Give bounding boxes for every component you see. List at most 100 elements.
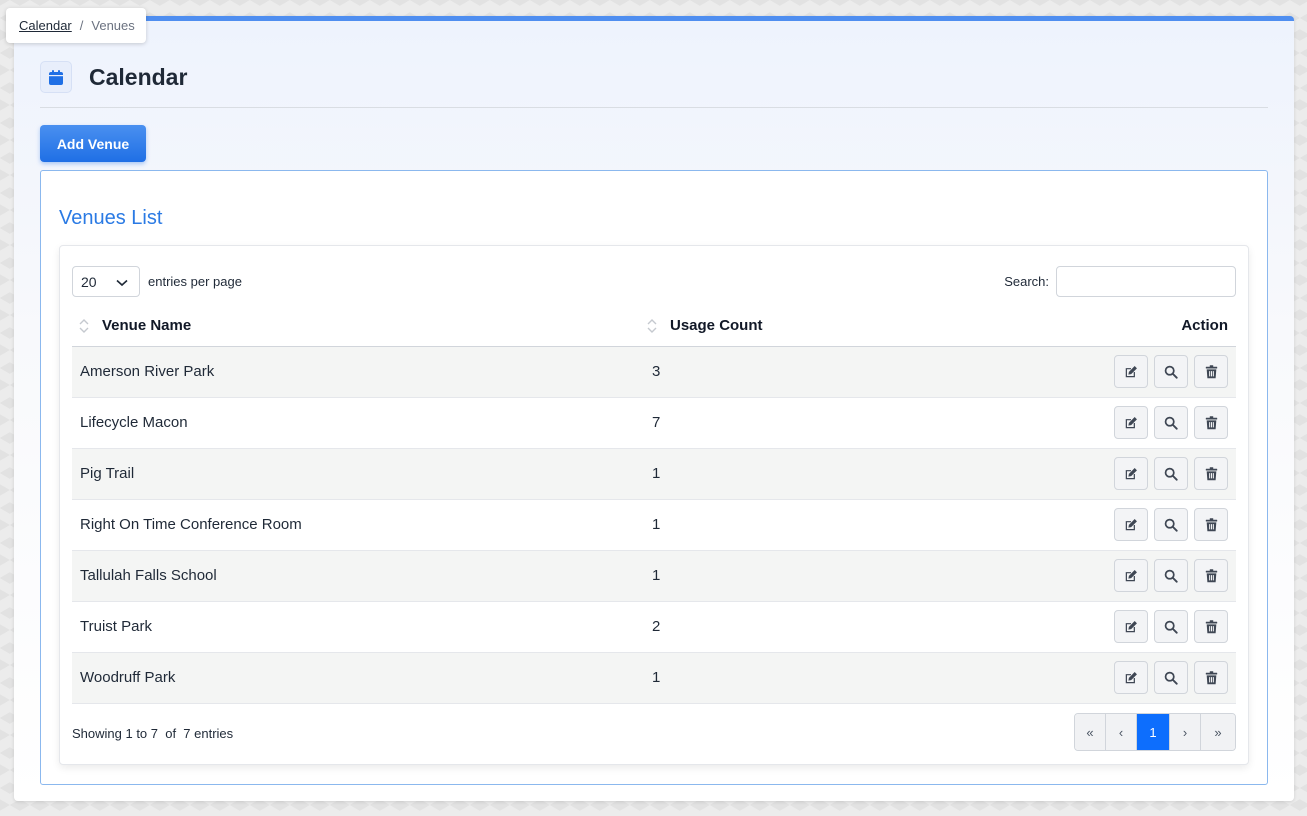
venue-name-cell: Truist Park bbox=[72, 601, 644, 653]
trash-icon bbox=[1205, 670, 1218, 685]
table-row: Lifecycle Macon 7 bbox=[72, 397, 1236, 449]
view-button[interactable] bbox=[1154, 406, 1188, 439]
edit-button[interactable] bbox=[1114, 406, 1148, 439]
edit-button[interactable] bbox=[1114, 508, 1148, 541]
trash-icon bbox=[1205, 415, 1218, 430]
edit-button[interactable] bbox=[1114, 457, 1148, 490]
action-cell bbox=[935, 652, 1236, 704]
table-row: Tallulah Falls School 1 bbox=[72, 550, 1236, 602]
table-info: Showing 1 to 7 of 7 entries bbox=[72, 726, 234, 741]
action-cell bbox=[935, 601, 1236, 653]
search-icon bbox=[1164, 620, 1178, 634]
delete-button[interactable] bbox=[1194, 457, 1228, 490]
column-header-usage-count[interactable]: Usage Count bbox=[644, 306, 936, 347]
chevron-down-icon bbox=[116, 274, 128, 290]
usage-count-cell: 1 bbox=[644, 448, 936, 500]
venue-name-cell: Right On Time Conference Room bbox=[72, 499, 644, 551]
search-group: Search: bbox=[1004, 266, 1236, 297]
view-button[interactable] bbox=[1154, 610, 1188, 643]
edit-button[interactable] bbox=[1114, 559, 1148, 592]
usage-count-cell: 1 bbox=[644, 550, 936, 602]
action-cell bbox=[935, 550, 1236, 602]
usage-count-cell: 3 bbox=[644, 346, 936, 398]
venue-name-cell: Amerson River Park bbox=[72, 346, 644, 398]
trash-icon bbox=[1205, 619, 1218, 634]
pagination-prev[interactable]: ‹ bbox=[1106, 714, 1137, 750]
delete-button[interactable] bbox=[1194, 559, 1228, 592]
entries-label: entries per page bbox=[148, 274, 242, 289]
pagination-last[interactable]: » bbox=[1201, 714, 1235, 750]
edit-button[interactable] bbox=[1114, 610, 1148, 643]
view-button[interactable] bbox=[1154, 457, 1188, 490]
breadcrumb-current: Venues bbox=[91, 18, 135, 33]
venue-name-cell: Lifecycle Macon bbox=[72, 397, 644, 449]
edit-icon bbox=[1124, 569, 1138, 583]
venue-name-cell: Tallulah Falls School bbox=[72, 550, 644, 602]
page-size-select[interactable]: 20 bbox=[72, 266, 140, 297]
usage-count-cell: 1 bbox=[644, 499, 936, 551]
table-header-row: Venue Name Usage Count Action bbox=[72, 306, 1236, 347]
page-card: Calendar Add Venue Venues List 20 entrie… bbox=[14, 16, 1294, 801]
action-cell bbox=[935, 448, 1236, 500]
search-input[interactable] bbox=[1056, 266, 1236, 297]
trash-icon bbox=[1205, 364, 1218, 379]
sort-icon bbox=[78, 318, 90, 334]
search-icon bbox=[1164, 365, 1178, 379]
venue-name-cell: Woodruff Park bbox=[72, 652, 644, 704]
venue-name-cell: Pig Trail bbox=[72, 448, 644, 500]
breadcrumb-separator: / bbox=[79, 18, 84, 33]
table-row: Right On Time Conference Room 1 bbox=[72, 499, 1236, 551]
table-row: Amerson River Park 3 bbox=[72, 346, 1236, 398]
search-icon bbox=[1164, 569, 1178, 583]
edit-icon bbox=[1124, 467, 1138, 481]
action-cell bbox=[935, 397, 1236, 449]
edit-button[interactable] bbox=[1114, 355, 1148, 388]
delete-button[interactable] bbox=[1194, 610, 1228, 643]
view-button[interactable] bbox=[1154, 559, 1188, 592]
view-button[interactable] bbox=[1154, 508, 1188, 541]
column-header-venue-name[interactable]: Venue Name bbox=[72, 306, 644, 347]
edit-icon bbox=[1124, 620, 1138, 634]
entries-per-page: 20 entries per page bbox=[72, 266, 242, 297]
page-header: Calendar bbox=[40, 61, 187, 93]
delete-button[interactable] bbox=[1194, 406, 1228, 439]
venues-table: Venue Name Usage Count Action Amerson Ri… bbox=[72, 306, 1236, 704]
edit-icon bbox=[1124, 365, 1138, 379]
trash-icon bbox=[1205, 517, 1218, 532]
view-button[interactable] bbox=[1154, 661, 1188, 694]
add-venue-button[interactable]: Add Venue bbox=[40, 125, 146, 162]
pagination-next[interactable]: › bbox=[1170, 714, 1201, 750]
edit-button[interactable] bbox=[1114, 661, 1148, 694]
edit-icon bbox=[1124, 518, 1138, 532]
breadcrumb: Calendar / Venues bbox=[6, 8, 146, 43]
table-row: Pig Trail 1 bbox=[72, 448, 1236, 500]
usage-count-cell: 2 bbox=[644, 601, 936, 653]
search-label: Search: bbox=[1004, 274, 1049, 289]
delete-button[interactable] bbox=[1194, 508, 1228, 541]
sort-icon bbox=[646, 318, 658, 334]
column-label: Usage Count bbox=[670, 317, 763, 335]
datatable-container: 20 entries per page Search: Venue Name U… bbox=[59, 245, 1249, 765]
edit-icon bbox=[1124, 671, 1138, 685]
usage-count-cell: 1 bbox=[644, 652, 936, 704]
action-cell bbox=[935, 499, 1236, 551]
pagination-first[interactable]: « bbox=[1075, 714, 1106, 750]
list-title: Venues List bbox=[59, 207, 163, 229]
search-icon bbox=[1164, 416, 1178, 430]
view-button[interactable] bbox=[1154, 355, 1188, 388]
edit-icon bbox=[1124, 416, 1138, 430]
search-icon bbox=[1164, 467, 1178, 481]
column-header-action: Action bbox=[935, 306, 1236, 347]
breadcrumb-calendar-link[interactable]: Calendar bbox=[19, 18, 72, 33]
search-icon bbox=[1164, 671, 1178, 685]
header-divider bbox=[40, 107, 1268, 108]
search-icon bbox=[1164, 518, 1178, 532]
usage-count-cell: 7 bbox=[644, 397, 936, 449]
delete-button[interactable] bbox=[1194, 355, 1228, 388]
delete-button[interactable] bbox=[1194, 661, 1228, 694]
action-cell bbox=[935, 346, 1236, 398]
table-row: Truist Park 2 bbox=[72, 601, 1236, 653]
column-label: Venue Name bbox=[102, 317, 192, 335]
trash-icon bbox=[1205, 568, 1218, 583]
pagination-page-1[interactable]: 1 bbox=[1137, 714, 1170, 750]
